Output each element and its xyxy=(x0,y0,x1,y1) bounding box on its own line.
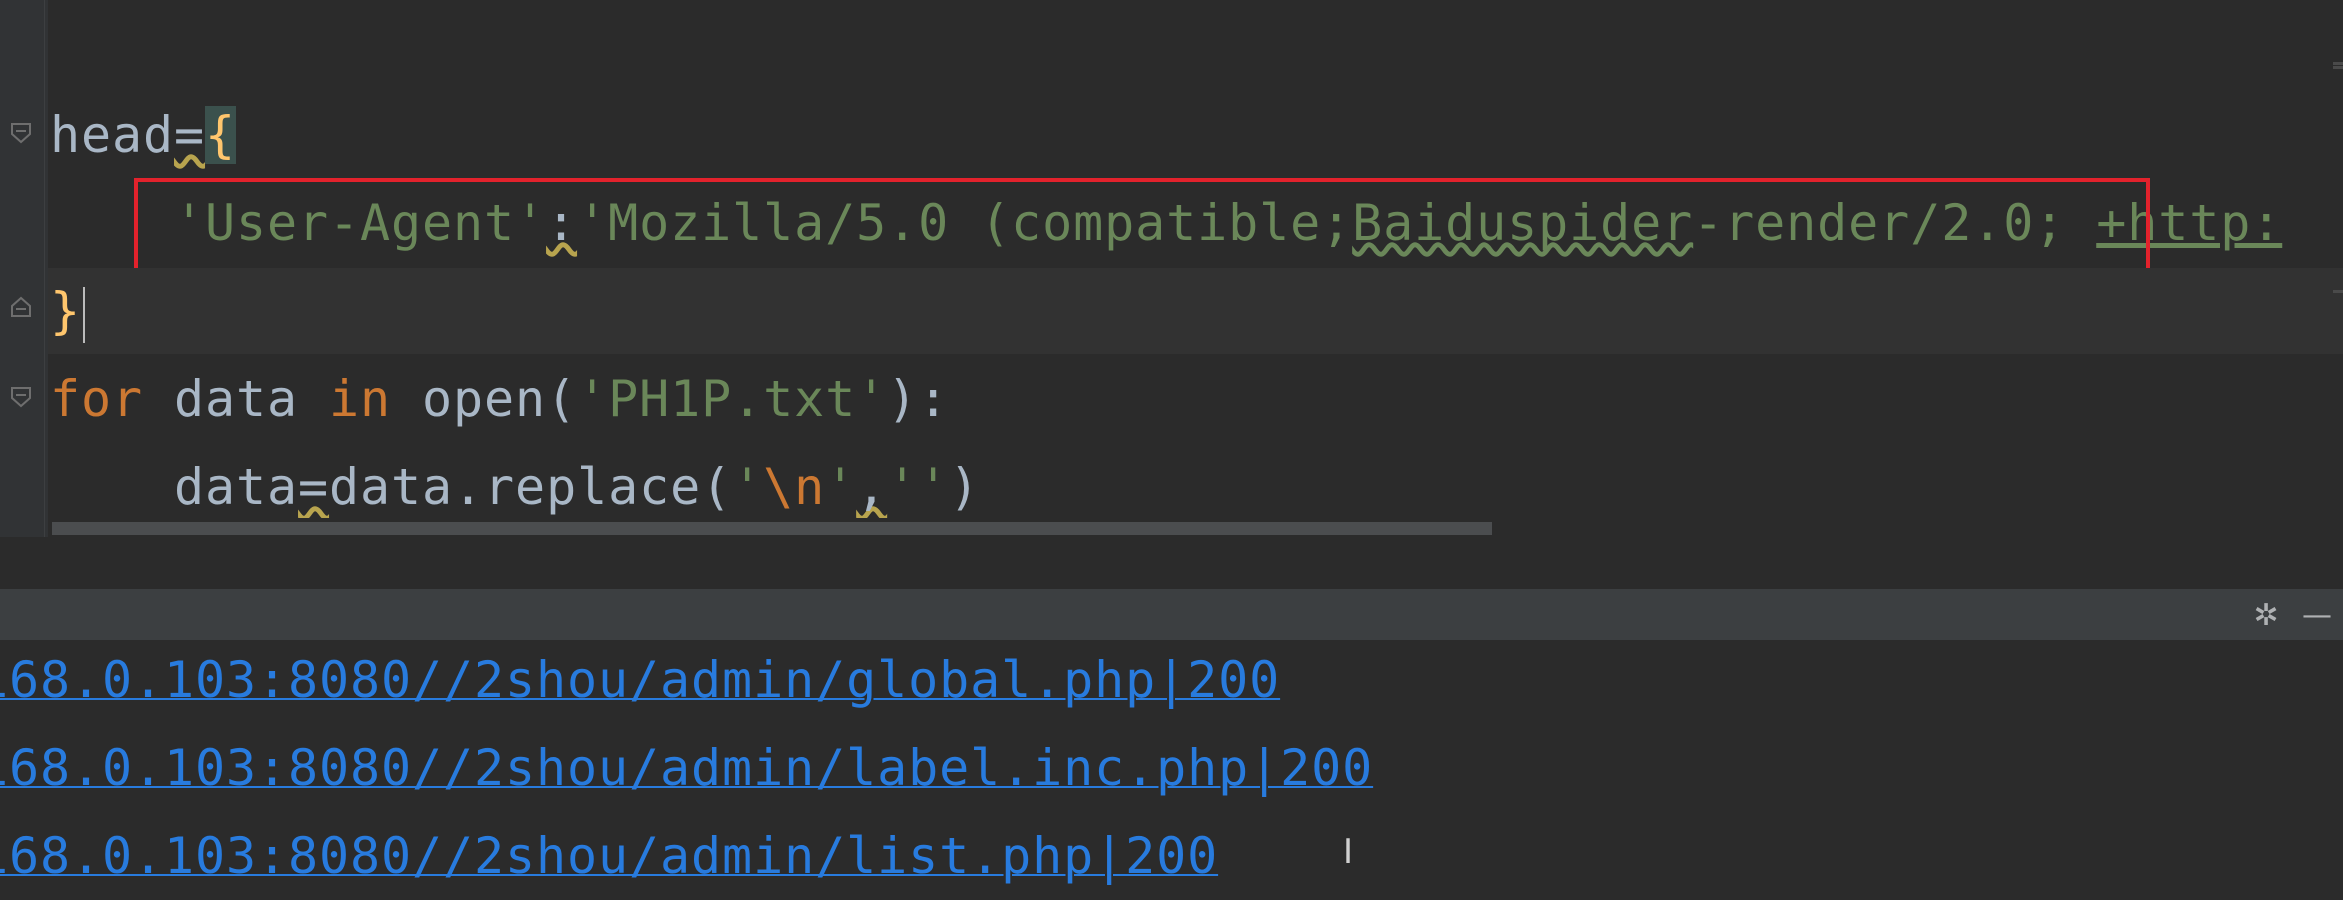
empty-string: '' xyxy=(887,458,950,516)
minimize-icon[interactable]: — xyxy=(2299,597,2335,633)
gear-icon[interactable]: ✲ xyxy=(2248,597,2284,633)
filename-string: 'PH1P.txt' xyxy=(577,370,888,428)
panel-splitter[interactable] xyxy=(0,537,2343,589)
horizontal-scrollbar-thumb[interactable] xyxy=(52,522,1492,535)
fold-open-icon[interactable] xyxy=(8,384,34,410)
variable-head: head xyxy=(50,106,175,164)
newline-escape: \n xyxy=(763,458,826,516)
code-line-head[interactable]: head={ xyxy=(50,92,237,178)
variable-data: data xyxy=(174,458,299,516)
code-editor[interactable]: head={ 'User-Agent':'Mozilla/5.0 (compat… xyxy=(0,0,2343,537)
keyword-in: in xyxy=(329,370,392,428)
mouse-ibeam-cursor-icon: I xyxy=(1343,832,1354,872)
code-line-for[interactable]: for data in open('PH1P.txt'): xyxy=(50,356,949,442)
close-paren: ) xyxy=(949,458,981,516)
call-end: ): xyxy=(887,370,950,428)
loop-variable: data xyxy=(143,370,330,428)
comma: , xyxy=(856,458,888,516)
quote: ' xyxy=(825,458,857,516)
output-link[interactable]: 168.0.103:8080//2shou/admin/global.php|2… xyxy=(0,640,1280,720)
open-call: open( xyxy=(391,370,578,428)
highlight-box xyxy=(134,178,2150,274)
gutter-divider xyxy=(44,0,45,537)
fold-close-icon[interactable] xyxy=(8,294,34,320)
text-caret xyxy=(83,286,86,343)
code-line-close-brace[interactable]: } xyxy=(48,268,2343,354)
run-panel-header: ✲ — xyxy=(0,589,2343,641)
editor-gutter xyxy=(0,0,48,537)
output-link[interactable]: 168.0.103:8080//2shou/admin/label.inc.ph… xyxy=(0,728,1373,808)
keyword-for: for xyxy=(50,370,144,428)
close-brace: } xyxy=(50,282,82,340)
replace-call: data.replace( xyxy=(329,458,733,516)
assign-operator: = xyxy=(174,106,206,164)
assign-operator: = xyxy=(298,458,330,516)
fold-open-icon[interactable] xyxy=(8,120,34,146)
error-stripe[interactable] xyxy=(2327,0,2343,537)
run-output-console[interactable]: 168.0.103:8080//2shou/admin/global.php|2… xyxy=(0,640,2343,900)
output-link[interactable]: 168.0.103:8080//2shou/admin/list.php|200 xyxy=(0,816,1218,896)
open-brace: { xyxy=(205,106,237,164)
quote: ' xyxy=(732,458,764,516)
